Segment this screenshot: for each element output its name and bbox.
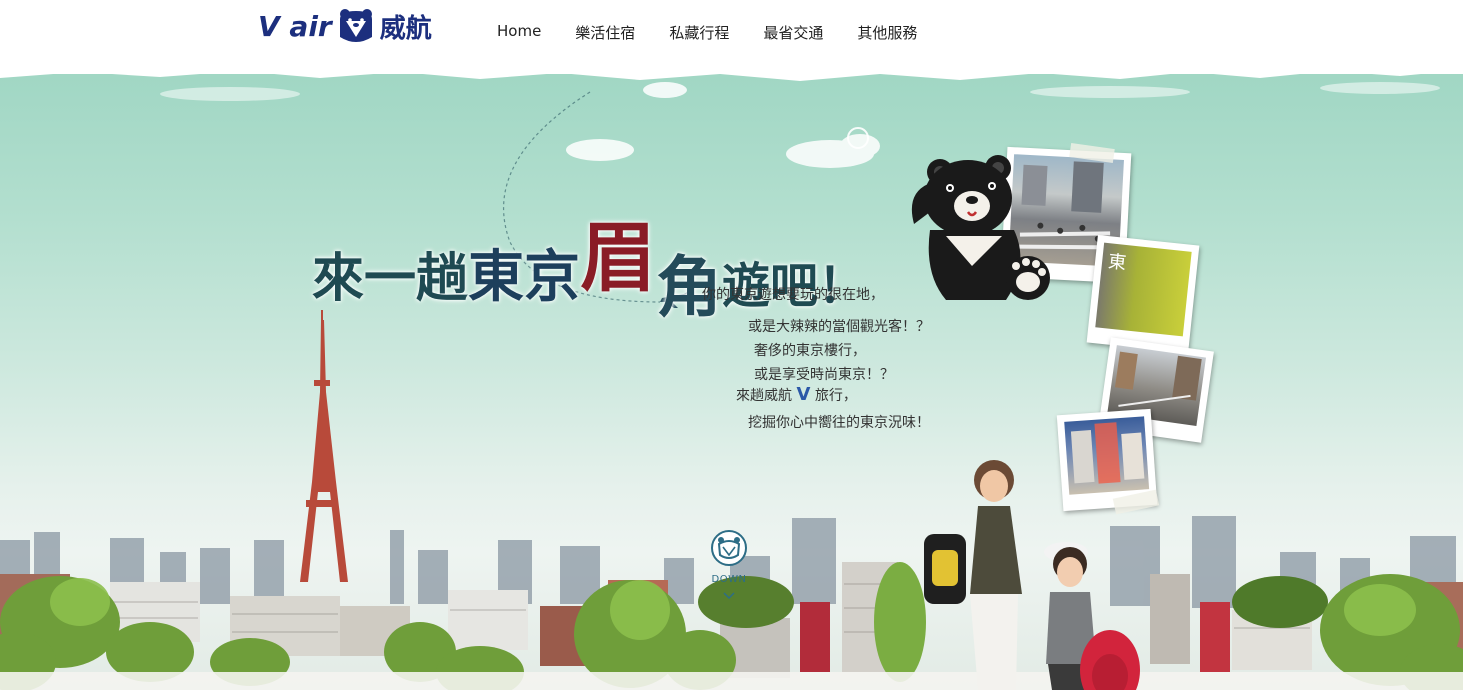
travelers-illustration <box>924 460 1140 690</box>
main-nav: Home 樂活住宿 私藏行程 最省交通 其他服務 <box>497 22 917 43</box>
logo-brand-text: V air <box>258 9 332 43</box>
bear-logo-icon <box>339 9 372 42</box>
photo-sign-character: 東 <box>1107 251 1128 275</box>
scroll-down-button[interactable]: DOWN <box>706 528 752 604</box>
copy-line-5-end: 旅行， <box>814 388 857 404</box>
headline-part-2: 東京 <box>468 244 581 310</box>
copy-line-5-v: V <box>796 384 811 405</box>
copy-line-1: 你的東京遊想要玩的很在地， <box>702 287 884 303</box>
nav-other-services[interactable]: 其他服務 <box>857 22 917 43</box>
copy-line-4: 或是享受時尚東京！？ <box>754 367 894 383</box>
nav-transport[interactable]: 最省交通 <box>763 22 823 43</box>
copy-line-3: 奢侈的東京樓行， <box>754 343 866 359</box>
chevron-down-icon <box>723 592 735 600</box>
copy-line-5-start: 來趟威航 <box>736 388 792 404</box>
nav-itinerary[interactable]: 私藏行程 <box>669 22 729 43</box>
nav-home[interactable]: Home <box>497 22 541 43</box>
bear-circle-icon <box>711 530 747 566</box>
site-header: V air 威航 Home 樂活住宿 私藏行程 最省交通 其他服務 <box>0 0 1463 74</box>
copy-line-5: 來趟威航 V 旅行， <box>736 384 857 405</box>
photo-tokyo-sign: 東 <box>1086 234 1200 354</box>
nav-accommodation[interactable]: 樂活住宿 <box>575 22 635 43</box>
hero-banner: 來一趟東京眉角遊吧！ 你的東京遊想要玩的很在地， 或是大辣辣的當個觀光客！？ 奢… <box>0 62 1463 690</box>
headline-part-3: 眉 <box>580 213 657 302</box>
bear-mascot-illustration <box>911 155 1050 300</box>
copy-line-6: 挖掘你心中嚮往的東京況味！ <box>748 415 930 431</box>
headline-part-1: 來一趟 <box>312 248 469 309</box>
copy-line-2: 或是大辣辣的當個觀光客！？ <box>748 319 930 335</box>
logo-chinese-text: 威航 <box>379 13 432 44</box>
down-label: DOWN <box>711 574 747 585</box>
logo[interactable]: V air 威航 <box>258 6 432 46</box>
